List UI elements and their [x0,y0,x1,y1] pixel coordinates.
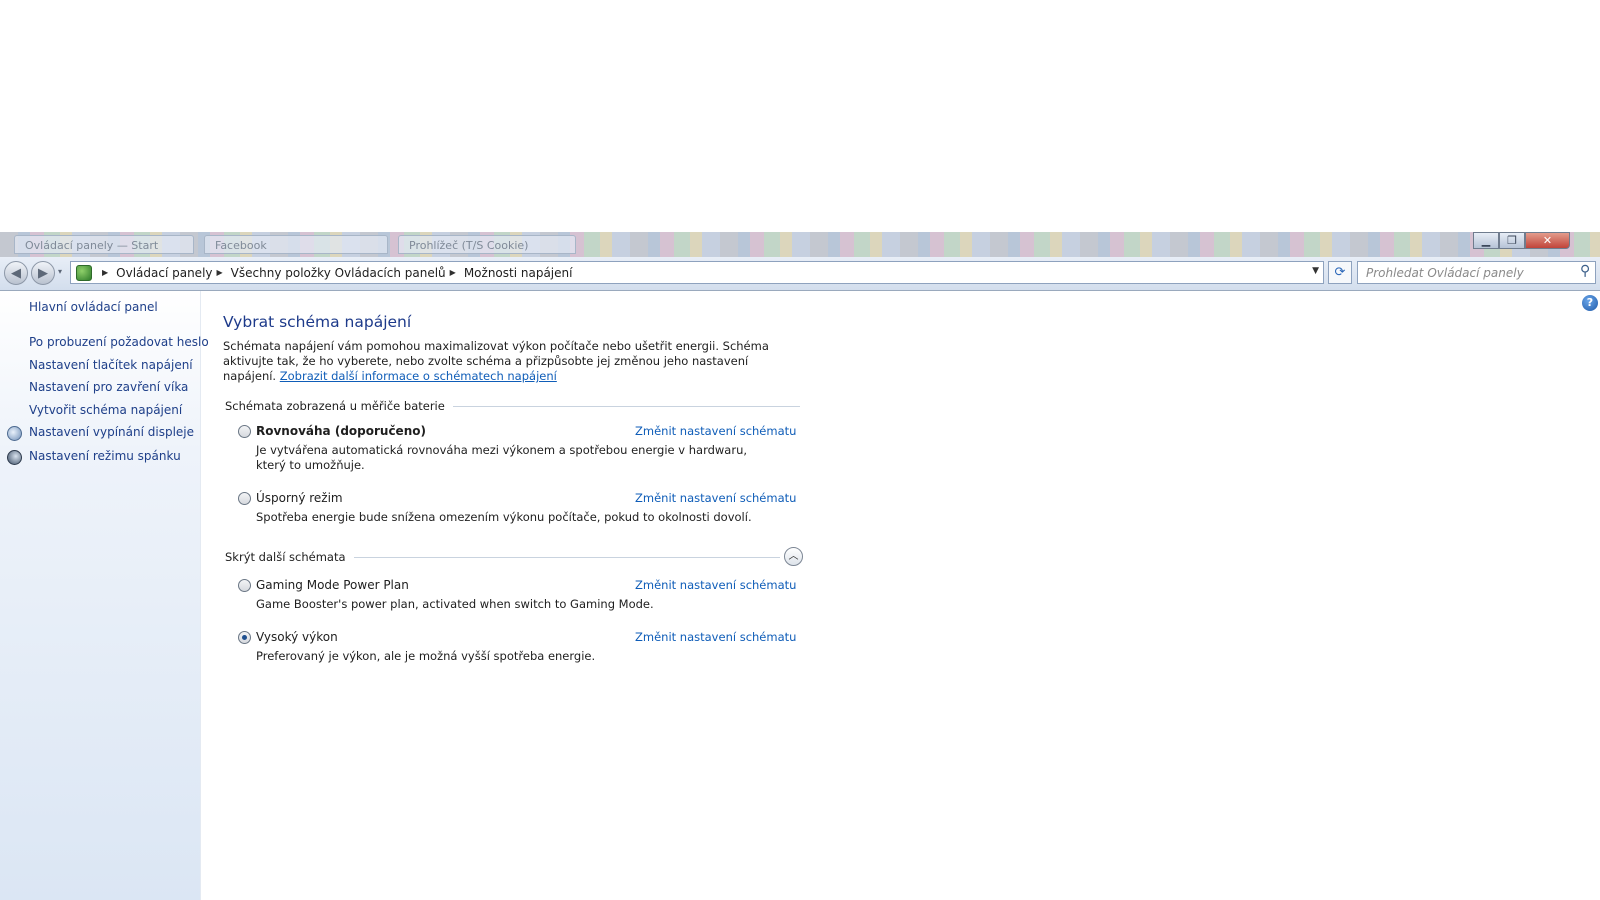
plan-name[interactable]: Vysoký výkon [256,630,338,644]
sidebar-link-power-buttons[interactable]: Nastavení tlačítek napájení [29,358,193,372]
forward-button[interactable]: ▶ [31,261,55,285]
breadcrumb-item-all-items[interactable]: Všechny položky Ovládacích panelů [231,266,446,280]
plan-radio-selected[interactable] [238,631,251,644]
refresh-icon: ⟳ [1334,265,1346,280]
group-label: Schémata zobrazená u měřiče baterie [225,399,445,413]
breadcrumb-item-power-options[interactable]: Možnosti napájení [464,266,573,280]
change-plan-settings-link[interactable]: Změnit nastavení schématu [635,424,796,438]
maximize-button[interactable]: ❐ [1499,232,1525,249]
plan-name[interactable]: Gaming Mode Power Plan [256,578,409,592]
sidebar-link-sleep[interactable]: Nastavení režimu spánku [29,449,181,463]
breadcrumb-separator-icon[interactable]: ▶ [102,268,108,277]
back-button[interactable]: ◀ [4,261,28,285]
breadcrumb-item-control-panel[interactable]: Ovládací panely [116,266,212,280]
left-navigation-pane: Hlavní ovládací panel Po probuzení požad… [0,291,209,900]
sleep-moon-icon [7,450,22,465]
control-panel-icon [76,264,92,281]
display-clock-icon [7,426,22,441]
sidebar-link-control-panel-home[interactable]: Hlavní ovládací panel [29,300,158,314]
forward-arrow-icon: ▶ [38,265,48,281]
taskbar-tab-facebook[interactable]: Facebook [204,235,388,254]
battery-meter-plans-header: Schémata zobrazená u měřiče baterie [225,398,800,414]
address-bar: ◀ ▶ ▾ ▶ Ovládací panely ▶ Všechny položk… [0,257,1600,291]
help-icon[interactable]: ? [1582,295,1598,311]
intro-text: Schémata napájení vám pomohou maximalizo… [223,339,798,384]
sidebar-link-display-off[interactable]: Nastavení vypínání displeje [29,425,194,439]
plan-name[interactable]: Rovnováha (doporučeno) [256,424,426,438]
change-plan-settings-link[interactable]: Změnit nastavení schématu [635,630,796,644]
window-controls: ▁ ❐ ✕ [1473,232,1570,249]
plan-description: Game Booster's power plan, activated whe… [256,597,654,611]
breadcrumb-separator-icon[interactable]: ▶ [217,268,223,277]
plan-radio[interactable] [238,425,251,438]
change-plan-settings-link[interactable]: Změnit nastavení schématu [635,578,796,592]
sidebar-link-require-password[interactable]: Po probuzení požadovat heslo [29,335,209,349]
change-plan-settings-link[interactable]: Změnit nastavení schématu [635,491,796,505]
recent-pages-dropdown-icon[interactable]: ▾ [58,267,62,276]
divider [353,556,780,558]
divider [452,405,800,407]
search-box[interactable]: ⚲ [1357,261,1596,284]
close-button[interactable]: ✕ [1525,232,1570,249]
plan-name[interactable]: Úsporný režim [256,491,343,505]
minimize-button[interactable]: ▁ [1473,232,1499,249]
breadcrumb-separator-icon[interactable]: ▶ [450,268,456,277]
refresh-button[interactable]: ⟳ [1328,261,1352,284]
taskbar-tab-control-panel[interactable]: Ovládací panely — Start [14,235,194,254]
collapse-chevron-up-icon[interactable]: ︿ [784,547,803,566]
search-icon[interactable]: ⚲ [1580,263,1590,279]
sidebar-link-create-plan[interactable]: Vytvořit schéma napájení [29,403,182,417]
group-label[interactable]: Skrýt další schémata [225,550,346,564]
plan-radio[interactable] [238,579,251,592]
page-title: Vybrat schéma napájení [223,313,412,331]
plan-description: Preferovaný je výkon, ale je možná vyšší… [256,649,596,663]
window-title-bar[interactable]: Ovládací panely — Start Facebook Prohlíž… [0,232,1600,258]
plan-radio[interactable] [238,492,251,505]
taskbar-tab-browser[interactable]: Prohlížeč (T/S Cookie) [398,235,576,254]
more-info-link[interactable]: Zobrazit další informace o schématech na… [280,369,557,383]
back-arrow-icon: ◀ [11,265,21,281]
plan-description: Spotřeba energie bude snížena omezením v… [256,510,752,524]
search-input[interactable] [1358,262,1568,283]
sidebar-link-lid-close[interactable]: Nastavení pro zavření víka [29,380,188,394]
hide-additional-plans-header[interactable]: Skrýt další schémata [225,549,780,565]
plan-description: Je vytvářena automatická rovnováha mezi … [256,443,748,472]
breadcrumb[interactable]: ▶ Ovládací panely ▶ Všechny položky Ovlá… [70,261,1324,284]
address-dropdown-icon[interactable]: ▼ [1312,266,1319,276]
